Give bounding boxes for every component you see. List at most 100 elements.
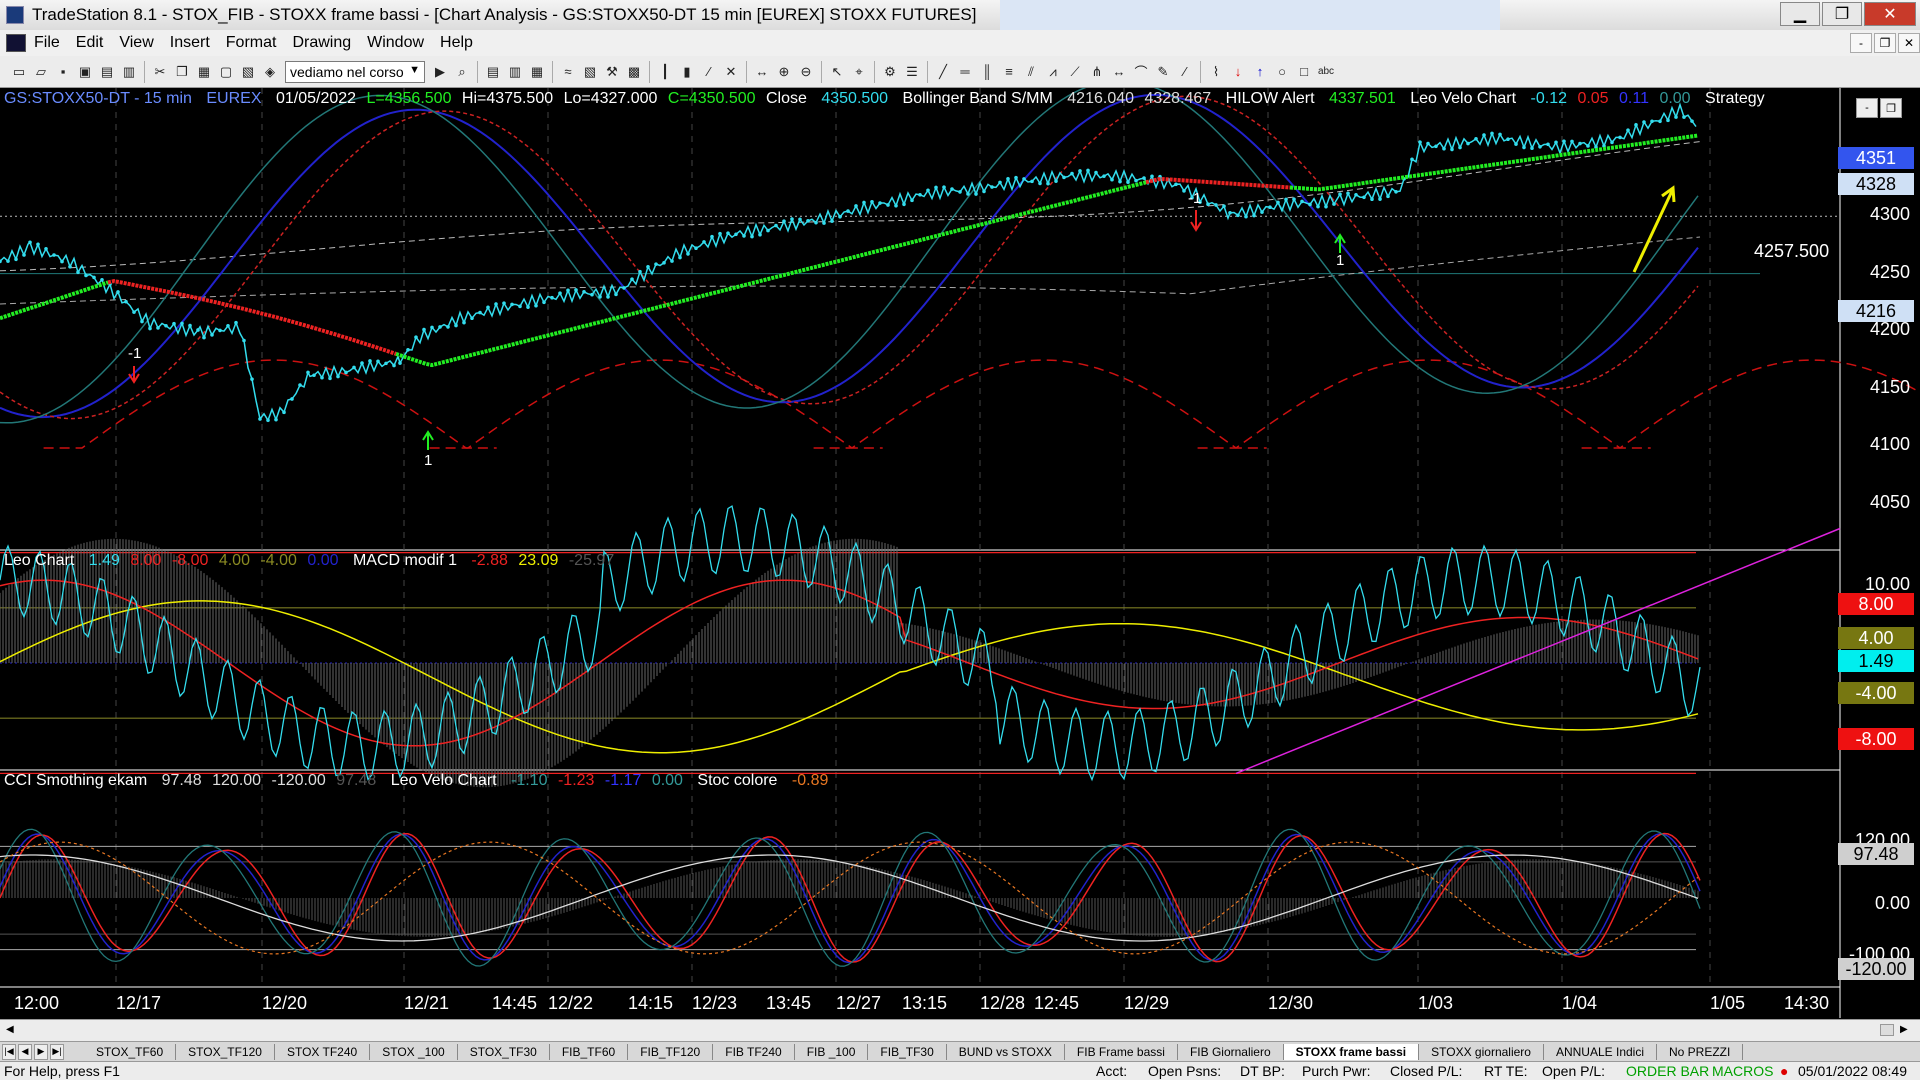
print-icon[interactable]: ▤ xyxy=(98,63,116,81)
workspace-tab[interactable]: STOXX giornaliero xyxy=(1419,1043,1544,1060)
mdi-restore-button[interactable]: ❐ xyxy=(1874,33,1896,53)
horizontal-line-icon[interactable]: ═ xyxy=(956,63,974,81)
color-icon[interactable]: ◈ xyxy=(261,63,279,81)
trendline-icon[interactable]: ╱ xyxy=(934,63,952,81)
workspace-combo[interactable]: vediamo nel corso ▼ xyxy=(285,60,425,83)
menu-help[interactable]: Help xyxy=(432,34,481,52)
speed-line-icon[interactable]: ⩘ xyxy=(1044,63,1062,81)
open-icon[interactable]: ▱ xyxy=(32,63,50,81)
bar-type-icon[interactable]: ┃ xyxy=(656,63,674,81)
tab-last-icon[interactable]: ▶| xyxy=(50,1043,64,1060)
menu-edit[interactable]: Edit xyxy=(68,34,112,52)
menu-format[interactable]: Format xyxy=(218,34,285,52)
cursor-data-icon[interactable]: ⌖ xyxy=(850,63,868,81)
pointer-icon[interactable]: ↖ xyxy=(828,63,846,81)
workspace-tab[interactable]: STOXX frame bassi xyxy=(1283,1043,1420,1060)
vertical-line-icon[interactable]: ║ xyxy=(978,63,996,81)
menu-insert[interactable]: Insert xyxy=(162,34,218,52)
chevron-down-icon[interactable]: ▼ xyxy=(409,64,420,76)
price-dot xyxy=(1410,157,1414,162)
zoom-in-icon[interactable]: ⊕ xyxy=(775,63,793,81)
restore-button[interactable]: ❐ xyxy=(1822,2,1862,26)
workspace-tab[interactable]: BUND vs STOXX xyxy=(947,1043,1065,1060)
workspace-tab[interactable]: STOX_TF30 xyxy=(458,1043,550,1060)
magnifier-icon[interactable]: ⌕ xyxy=(453,63,471,81)
strategy-icon[interactable]: ▧ xyxy=(581,63,599,81)
tab-next-icon[interactable]: ▶ xyxy=(34,1043,48,1060)
menu-file[interactable]: File xyxy=(26,34,68,52)
print-preview-icon[interactable]: ▥ xyxy=(120,63,138,81)
scroll-left-icon[interactable]: ◀ xyxy=(6,1024,14,1035)
text-icon[interactable]: abc xyxy=(1317,63,1335,81)
mdi-close-button[interactable]: ✕ xyxy=(1898,33,1920,53)
workspace-tab[interactable]: STOX _100 xyxy=(370,1043,458,1060)
paste-icon[interactable]: ▦ xyxy=(195,63,213,81)
zoom-out-icon[interactable]: ⊖ xyxy=(797,63,815,81)
scroll-icon[interactable]: ↔ xyxy=(753,63,771,81)
workspace-tab[interactable]: FIB Giornaliero xyxy=(1178,1043,1284,1060)
save-all-icon[interactable]: ▣ xyxy=(76,63,94,81)
mdi-minimize-button[interactable]: - xyxy=(1850,33,1872,53)
save-icon[interactable]: ▪ xyxy=(54,63,72,81)
settings-icon[interactable]: ☰ xyxy=(903,63,921,81)
workspace-tab[interactable]: FIB Frame bassi xyxy=(1065,1043,1178,1060)
chart-minimize-button[interactable]: - xyxy=(1856,98,1878,118)
fibonacci-icon[interactable]: ≡ xyxy=(1000,63,1018,81)
menu-window[interactable]: Window xyxy=(359,34,432,52)
workspace-tab[interactable]: FIB_TF30 xyxy=(868,1043,947,1060)
workspace-tab[interactable]: FIB _100 xyxy=(795,1043,869,1060)
symbol-icon[interactable]: ▩ xyxy=(625,63,643,81)
andrews-icon[interactable]: ⋔ xyxy=(1088,63,1106,81)
rectangle-icon[interactable]: □ xyxy=(1295,63,1313,81)
format-icon[interactable]: ▧ xyxy=(239,63,257,81)
hammer-icon[interactable]: ⚒ xyxy=(603,63,621,81)
cut-icon[interactable]: ✂ xyxy=(151,63,169,81)
curve-icon[interactable]: ⌇ xyxy=(1207,63,1225,81)
tab-prev-icon[interactable]: ◀ xyxy=(18,1043,32,1060)
workspace-tab[interactable]: STOX_TF120 xyxy=(176,1043,275,1060)
channel-icon[interactable]: ⫽ xyxy=(1022,63,1040,81)
menu-drawing[interactable]: Drawing xyxy=(284,34,359,52)
close-button[interactable]: ✕ xyxy=(1864,2,1916,26)
new-icon[interactable]: ▭ xyxy=(10,63,28,81)
gann-icon[interactable]: ⟋ xyxy=(1066,63,1084,81)
status-macros[interactable]: MACROS xyxy=(1712,1063,1773,1079)
lock-icon[interactable]: ▢ xyxy=(217,63,235,81)
matrix-icon[interactable]: ▦ xyxy=(528,63,546,81)
scroll-thumb[interactable] xyxy=(1880,1024,1894,1036)
workspace-tab[interactable]: STOX_TF60 xyxy=(84,1043,177,1060)
arrow-up-icon[interactable]: ↑ xyxy=(1251,63,1269,81)
workspace-tab[interactable]: No PREZZI xyxy=(1657,1043,1744,1060)
workspace-tab[interactable]: FIB_TF60 xyxy=(550,1043,629,1060)
status-order-bar[interactable]: ORDER BAR xyxy=(1626,1063,1709,1079)
radar-icon[interactable]: ▥ xyxy=(506,63,524,81)
workspace-tab[interactable]: FIB TF240 xyxy=(713,1043,795,1060)
chart-tool-icon[interactable]: ▤ xyxy=(484,63,502,81)
workspace-tab[interactable]: STOX TF240 xyxy=(275,1043,371,1060)
chart-analysis-window[interactable]: -1 -1 1 1 GS:STOXX50-DT - 15 min EUREX 01/0… xyxy=(0,88,1920,1031)
tab-first-icon[interactable]: |◀ xyxy=(2,1043,16,1060)
indicator-icon[interactable]: ≈ xyxy=(559,63,577,81)
horizontal-scrollbar[interactable]: ◀ ▶ xyxy=(0,1019,1920,1041)
menu-view[interactable]: View xyxy=(111,34,161,52)
tools-icon[interactable]: ⚙ xyxy=(881,63,899,81)
price-dot xyxy=(1300,199,1304,204)
arrow-down-icon[interactable]: ↓ xyxy=(1229,63,1247,81)
play-icon[interactable]: ▶ xyxy=(431,63,449,81)
copy-icon[interactable]: ❐ xyxy=(173,63,191,81)
pencil-icon[interactable]: ✎ xyxy=(1154,63,1172,81)
workspace-tab[interactable]: FIB_TF120 xyxy=(628,1043,714,1060)
scroll-right-icon[interactable]: ▶ xyxy=(1900,1024,1908,1035)
arc-icon[interactable]: ⌒ xyxy=(1132,63,1150,81)
line-chart-icon[interactable]: ⁄ xyxy=(700,63,718,81)
ellipse-icon[interactable]: ○ xyxy=(1273,63,1291,81)
candle-icon[interactable]: ▮ xyxy=(678,63,696,81)
minimize-button[interactable]: ▁ xyxy=(1780,2,1820,26)
workspace-tab[interactable]: ANNUALE Indici xyxy=(1544,1043,1657,1060)
strategy-label: Strategy xyxy=(1705,90,1765,107)
chart-restore-button[interactable]: ❐ xyxy=(1880,98,1902,118)
leo-chart-panel-header: Leo Chart 1.49 8.00 -8.00 4.00 -4.00 0.0… xyxy=(4,552,624,570)
regression-icon[interactable]: ∕ xyxy=(1176,63,1194,81)
arrow-lr-icon[interactable]: ↔ xyxy=(1110,63,1128,81)
point-figure-icon[interactable]: ✕ xyxy=(722,63,740,81)
